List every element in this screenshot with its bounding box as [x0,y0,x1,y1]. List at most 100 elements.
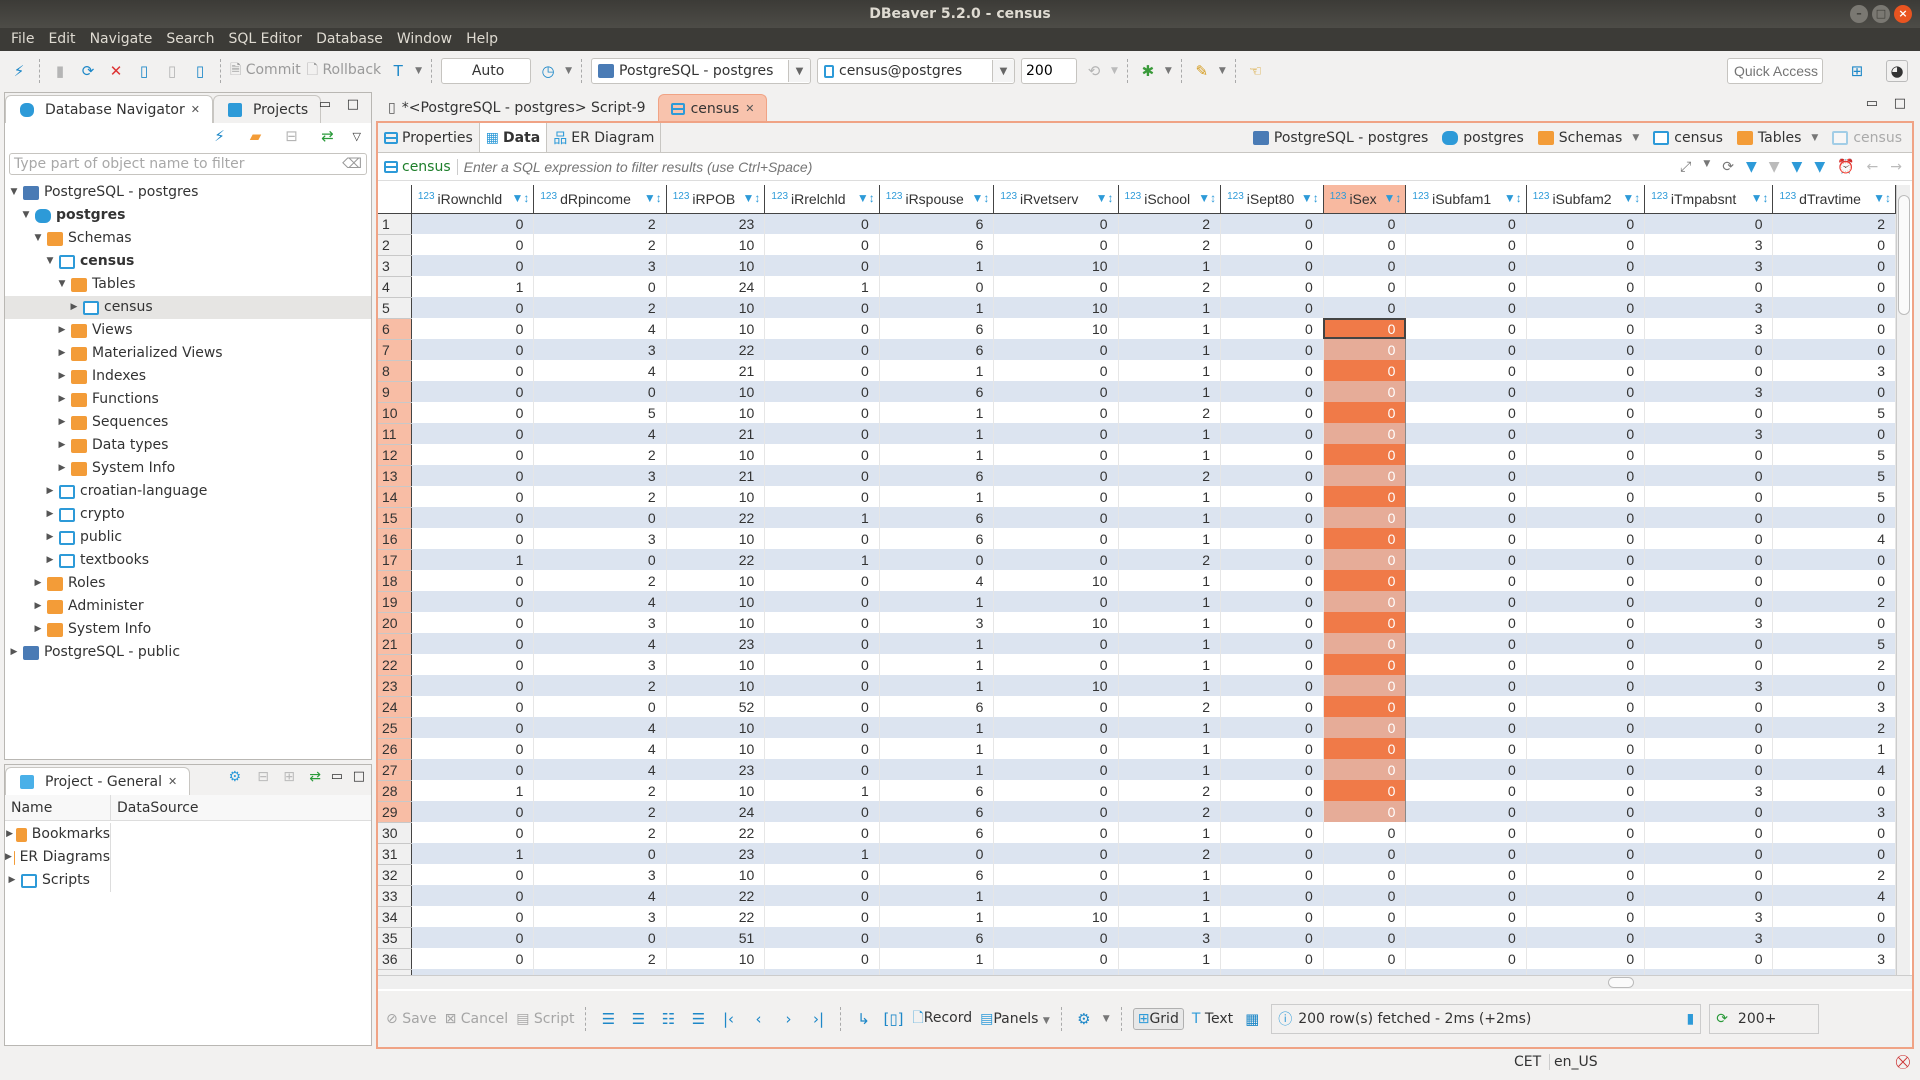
new-script-icon[interactable]: ▯ [189,60,211,82]
cell-irspouse[interactable]: 4 [879,570,995,591]
cell-drpincome[interactable]: 2 [533,213,667,234]
row-number[interactable]: 20 [378,612,412,634]
tree-node[interactable]: ▶ crypto [5,503,371,526]
cell-drpincome[interactable]: 4 [533,633,667,654]
row-number[interactable]: 12 [378,444,412,466]
chevron-down-icon[interactable]: ▼ [1811,133,1818,143]
cell-irpob[interactable]: 51 [666,927,766,948]
cell-ischool[interactable]: 1 [1118,591,1222,612]
cell-itmpabsnt[interactable]: 0 [1644,843,1774,864]
cell-isex[interactable]: 0 [1323,864,1407,885]
cell-isubfam2[interactable]: 0 [1526,213,1646,234]
cell-irownchld[interactable]: 0 [411,507,535,528]
record-button[interactable]: 🗋Record [912,1007,972,1031]
panels-button[interactable]: ▤Panels ▼ [980,1011,1050,1027]
cell-isept80[interactable]: 0 [1220,528,1324,549]
chevron-down-icon[interactable]: ▼ [1111,66,1118,76]
cell-irpob[interactable]: 22 [666,549,766,570]
collapsed-arrow-icon[interactable]: ▶ [43,549,57,572]
cell-irrelchld[interactable]: 0 [764,486,880,507]
cell-isex[interactable]: 0 [1323,339,1407,360]
cell-itmpabsnt[interactable]: 3 [1644,318,1774,339]
cell-irpob[interactable]: 22 [666,885,766,906]
cell-isubfam1[interactable]: 0 [1405,948,1527,969]
sql-editor-icon[interactable]: ▯ [133,60,155,82]
cell-irownchld[interactable]: 0 [411,738,535,759]
cell-irpob[interactable]: 24 [666,276,766,297]
cell-irpob[interactable]: 52 [666,696,766,717]
cell-irrelchld[interactable]: 1 [764,780,880,801]
cell-drpincome[interactable]: 0 [533,507,667,528]
cell-irrelchld[interactable]: 0 [764,591,880,612]
cell-irvetserv[interactable]: 0 [993,696,1119,717]
apply-filter-icon[interactable]: ▼ [1746,159,1757,175]
cell-isept80[interactable]: 0 [1220,612,1324,633]
cell-ischool[interactable]: 1 [1118,339,1222,360]
minimize-window-button[interactable]: – [1850,5,1868,23]
cell-irpob[interactable]: 24 [666,801,766,822]
cell-drpincome[interactable]: 3 [533,255,667,276]
cell-isex[interactable]: 0 [1323,360,1407,381]
table-row[interactable]: 6 0 4 10 0 6 10 1 0 0 0 0 3 0 [378,318,1896,340]
collapsed-arrow-icon[interactable]: ▶ [55,342,69,365]
column-header-isept80[interactable]: 123 iSept80 ▼↕ [1220,185,1324,214]
cell-irownchld[interactable]: 0 [411,759,535,780]
cell-irpob[interactable]: 10 [666,612,766,633]
cell-irownchld[interactable]: 0 [411,318,535,339]
cell-irvetserv[interactable]: 0 [993,381,1119,402]
add-row-icon[interactable]: ☰ [627,1008,649,1030]
cell-irspouse[interactable]: 1 [879,423,995,444]
cell-irpob[interactable]: 10 [666,675,766,696]
cell-irrelchld[interactable]: 0 [764,801,880,822]
cell-itmpabsnt[interactable]: 0 [1644,822,1774,843]
cell-irspouse[interactable]: 1 [879,360,995,381]
cell-dtravtime[interactable]: 0 [1772,381,1896,402]
cell-irspouse[interactable]: 6 [879,864,995,885]
cell-isex[interactable]: 0 [1323,843,1407,864]
table-row[interactable]: 34 0 3 22 0 1 10 1 0 0 0 0 3 0 [378,906,1896,928]
cell-ischool[interactable]: 1 [1118,738,1222,759]
cell-isubfam1[interactable]: 0 [1405,759,1527,780]
table-row[interactable]: 23 0 2 10 0 1 10 1 0 0 0 0 3 0 [378,675,1896,697]
cell-isubfam1[interactable]: 0 [1405,696,1527,717]
cell-irspouse[interactable]: 6 [879,339,995,360]
cell-isubfam2[interactable]: 0 [1526,507,1646,528]
table-row[interactable]: 36 0 2 10 0 1 0 1 0 0 0 0 0 3 [378,948,1896,970]
cell-isept80[interactable]: 0 [1220,339,1324,360]
cell-isex[interactable]: 0 [1323,465,1407,486]
cell-drpincome[interactable]: 2 [533,444,667,465]
cell-drpincome[interactable]: 2 [533,822,667,843]
cell-irspouse[interactable]: 6 [879,318,995,339]
cell-isept80[interactable]: 0 [1220,759,1324,780]
project-item[interactable]: ▶ Scripts [5,869,111,892]
cell-irpob[interactable]: 10 [666,654,766,675]
cell-irspouse[interactable]: 6 [879,822,995,843]
cell-isex[interactable]: 0 [1323,612,1407,633]
row-number[interactable]: 30 [378,822,412,844]
table-row[interactable]: 2 0 2 10 0 6 0 2 0 0 0 0 3 0 [378,234,1896,256]
table-row[interactable]: 14 0 2 10 0 1 0 1 0 0 0 0 0 5 [378,486,1896,508]
menu-database[interactable]: Database [309,28,390,51]
filter-sort-icon[interactable]: ▼↕ [971,191,989,205]
cell-dtravtime[interactable]: 3 [1772,360,1896,381]
cell-irpob[interactable]: 10 [666,528,766,549]
cell-itmpabsnt[interactable]: 3 [1644,675,1774,696]
cell-isubfam1[interactable]: 0 [1405,423,1527,444]
clear-filter-icon[interactable]: ⌫ [342,154,362,174]
cell-irrelchld[interactable]: 0 [764,213,880,234]
cell-isept80[interactable]: 0 [1220,801,1324,822]
column-header-irrelchld[interactable]: 123 iRrelchld ▼↕ [764,185,880,214]
cell-itmpabsnt[interactable]: 0 [1644,948,1774,969]
cell-isept80[interactable]: 0 [1220,885,1324,906]
cell-ischool[interactable]: 1 [1118,948,1222,969]
collapsed-arrow-icon[interactable]: ▶ [55,457,69,480]
cell-irspouse[interactable]: 6 [879,801,995,822]
cell-isubfam2[interactable]: 0 [1526,843,1646,864]
cell-irvetserv[interactable]: 0 [993,276,1119,297]
cell-isex[interactable]: 0 [1323,654,1407,675]
cell-isubfam1[interactable]: 0 [1405,717,1527,738]
collapsed-arrow-icon[interactable]: ▶ [55,411,69,434]
table-row[interactable]: 12 0 2 10 0 1 0 1 0 0 0 0 0 5 [378,444,1896,466]
filter-sort-icon[interactable]: ▼↕ [1096,191,1114,205]
cell-dtravtime[interactable]: 0 [1772,843,1896,864]
